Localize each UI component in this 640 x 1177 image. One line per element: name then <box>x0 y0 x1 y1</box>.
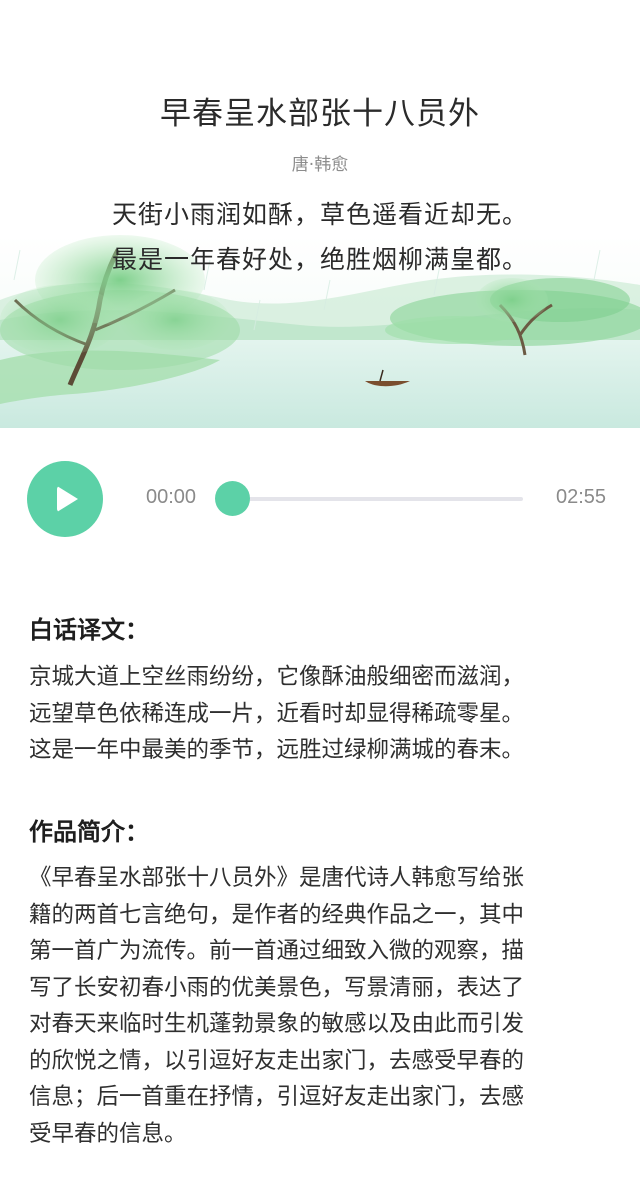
poem-header-illustration: 早春呈水部张十八员外 唐·韩愈 天街小雨润如酥，草色遥看近却无。 最是一年春好处… <box>0 0 640 428</box>
intro-line: 的欣悦之情，以引逗好友走出家门，去感受早春的 <box>29 1047 525 1074</box>
poem-page: 早春呈水部张十八员外 唐·韩愈 天街小雨润如酥，草色遥看近却无。 最是一年春好处… <box>0 0 640 1177</box>
poem-line-1: 天街小雨润如酥，草色遥看近却无。 <box>111 200 528 229</box>
intro-line: 对春天来临时生机蓬勃景象的敏感以及由此而引发 <box>29 1011 525 1037</box>
intro-line: 第一首广为流传。前一首通过细致入微的观察，描 <box>29 938 525 964</box>
intro-heading: 作品简介： <box>29 818 149 846</box>
translation-text: 京城大道上空丝雨纷纷，它像酥油般细密而滋润， 远望草色依稀连成一片，近看时却显得… <box>29 659 614 769</box>
intro-line: 信息；后一首重在抒情，引逗好友走出家门，去感 <box>29 1084 525 1110</box>
poem-author: 唐·韩愈 <box>291 155 349 175</box>
current-time: 00:00 <box>146 486 197 508</box>
translation-line: 这是一年中最美的季节，远胜过绿柳满城的春末。 <box>29 737 525 763</box>
translation-line: 京城大道上空丝雨纷纷，它像酥油般细密而滋润， <box>29 664 525 690</box>
intro-line: 籍的两首七言绝句，是作者的经典作品之一，其中 <box>29 901 525 928</box>
progress-track[interactable] <box>232 497 523 501</box>
translation-line: 远望草色依稀连成一片，近看时却显得稀疏零星。 <box>29 700 525 727</box>
play-icon <box>57 486 78 512</box>
intro-line: 受早春的信息。 <box>29 1120 187 1147</box>
audio-player: 00:00 02:55 <box>0 455 640 545</box>
poem-title: 早春呈水部张十八员外 <box>160 96 480 132</box>
translation-heading: 白话译文： <box>29 616 149 644</box>
intro-text: 《早春呈水部张十八员外》是唐代诗人韩愈写给张 籍的两首七言绝句，是作者的经典作品… <box>29 860 614 1152</box>
total-time: 02:55 <box>556 486 607 508</box>
progress-thumb[interactable] <box>214 481 250 516</box>
intro-line: 写了长安初春小雨的优美景色，写景清丽，表达了 <box>29 974 525 1001</box>
intro-line: 《早春呈水部张十八员外》是唐代诗人韩愈写给张 <box>29 865 525 891</box>
play-button[interactable] <box>27 461 103 537</box>
poem-line-2: 最是一年春好处，绝胜烟柳满皇都。 <box>111 245 528 274</box>
